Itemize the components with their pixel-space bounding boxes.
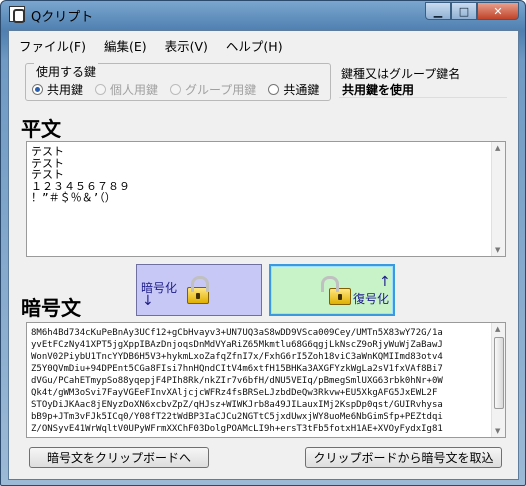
radio-indicator[interactable]: [95, 84, 107, 95]
scroll-down-icon[interactable]: ▼: [495, 246, 500, 254]
client-area: ファイル(F) 編集(E) 表示(V) ヘルプ(H) 使用する鍵 共用鍵 個人用…: [8, 30, 519, 480]
plaintext-content: テスト テスト テスト １２３４５６７８９ ！”＃＄％＆’（）: [31, 146, 130, 204]
scroll-up-icon[interactable]: ▲: [495, 144, 500, 152]
plaintext-heading: 平文: [21, 117, 61, 141]
key-kind-value: 共用鍵を使用: [339, 81, 507, 98]
radio-indicator[interactable]: [170, 84, 182, 95]
ciphertext-line: STOyDiJKAac8jENyzDoXN6xcbvZpZ/qHJsz+WIWK…: [31, 400, 443, 410]
radio-indicator[interactable]: [32, 84, 43, 95]
maximize-button[interactable]: □: [451, 2, 477, 20]
ciphertext-heading: 暗号文: [21, 296, 81, 320]
key-kind-label: 鍵種又はグループ鍵名: [341, 67, 461, 81]
close-button[interactable]: ✕: [477, 2, 519, 20]
radio-label: 共用鍵: [47, 83, 84, 97]
radio-label: 個人用鍵: [110, 83, 159, 97]
title-bar[interactable]: Qクリプト ▁ □ ✕: [1, 1, 525, 29]
decrypt-button[interactable]: 復号化 ↑: [269, 264, 395, 316]
plaintext-line: テスト: [31, 145, 64, 158]
radio-shared-key[interactable]: 共用鍵: [32, 81, 83, 98]
ciphertext-scrollbar[interactable]: ▲ ▼: [491, 323, 505, 437]
copy-to-clipboard-button[interactable]: 暗号文をクリップボードへ: [29, 447, 209, 468]
ciphertext-line: bB9p+JTm3vFJk5ICq0/Y08fT22tWdBP3IaCJCu2N…: [31, 412, 443, 422]
arrow-down-icon: ↓: [142, 293, 154, 309]
menu-view[interactable]: 表示(V): [165, 36, 208, 55]
plaintext-line: テスト: [31, 168, 64, 181]
scroll-down-icon[interactable]: ▼: [495, 427, 500, 435]
ciphertext-line: Z5Y0QVmDiu+94DPEnt5CGa8FIsi7hnHQndCItV4m…: [31, 364, 443, 374]
app-icon: [9, 6, 25, 23]
app-window: Qクリプト ▁ □ ✕ ファイル(F) 編集(E) 表示(V) ヘルプ(H) 使…: [0, 0, 526, 486]
menu-bar: ファイル(F) 編集(E) 表示(V) ヘルプ(H): [9, 31, 518, 59]
radio-group-key[interactable]: グループ用鍵: [170, 81, 256, 98]
minimize-icon: ▁: [433, 4, 443, 18]
ciphertext-line: 8M6h4Bd734cKuPeBnAy3UCf12+gCbHvayv3+UN7U…: [31, 328, 443, 338]
ciphertext-textarea[interactable]: 8M6h4Bd734cKuPeBnAy3UCf12+gCbHvayv3+UN7U…: [26, 322, 506, 438]
radio-label: グループ用鍵: [185, 83, 257, 97]
radio-common-key[interactable]: 共通鍵: [268, 81, 319, 98]
radio-personal-key[interactable]: 個人用鍵: [95, 81, 158, 98]
menu-help[interactable]: ヘルプ(H): [226, 36, 283, 55]
plaintext-scrollbar[interactable]: ▲ ▼: [491, 142, 505, 256]
scroll-up-icon[interactable]: ▲: [495, 325, 500, 333]
radio-indicator[interactable]: [268, 84, 280, 95]
menu-file[interactable]: ファイル(F): [19, 36, 86, 55]
maximize-icon: □: [458, 4, 470, 18]
close-icon: ✕: [493, 4, 503, 18]
scroll-thumb[interactable]: [494, 337, 504, 409]
arrow-up-icon: ↑: [379, 274, 391, 290]
radio-label: 共通鍵: [283, 83, 320, 97]
lock-open-icon: [321, 276, 351, 305]
ciphertext-line: dVGu/PCahETmypSo88yqepjF4PIh8Rk/nkZIr7v6…: [31, 376, 443, 386]
caption-buttons: ▁ □ ✕: [425, 2, 519, 20]
ciphertext-line: WonV02PiybU1TncYYDB6H5V3+hykmLxoZafqZfnI…: [31, 352, 443, 362]
paste-from-clipboard-button[interactable]: クリップボードから暗号文を取込: [305, 447, 502, 468]
plaintext-textarea[interactable]: テスト テスト テスト １２３４５６７８９ ！”＃＄％＆’（） ▲ ▼: [26, 141, 506, 257]
decrypt-label: 復号化: [353, 292, 390, 306]
window-title: Qクリプト: [31, 10, 94, 25]
key-group-label: 使用する鍵: [34, 63, 99, 80]
ciphertext-line: yvEtFCzNy41XPT5jgXppIBAzDnjoqsDnMdVYaRiZ…: [31, 340, 443, 350]
key-radio-list: 共用鍵 個人用鍵 グループ用鍵 共通鍵: [32, 81, 319, 98]
lock-closed-icon: [187, 276, 209, 304]
ciphertext-content: 8M6h4Bd734cKuPeBnAy3UCf12+gCbHvayv3+UN7U…: [31, 327, 487, 435]
menu-edit[interactable]: 編集(E): [104, 36, 147, 55]
encrypt-button[interactable]: 暗号化 ↓: [136, 264, 262, 316]
key-selection-group: 使用する鍵 共用鍵 個人用鍵 グループ用鍵 共通鍵: [25, 63, 331, 101]
minimize-button[interactable]: ▁: [425, 2, 451, 20]
ciphertext-line: Qk4t/gWM3oSvi7FayVGEeFInvXAljcjcWFRz4fsB…: [31, 388, 438, 398]
plaintext-line: ！”＃＄％＆’（）: [31, 191, 116, 204]
ciphertext-line: Z/ONSyvE41WrWqltV0UPyWFrmXXChF03DolgPOAM…: [31, 424, 443, 434]
